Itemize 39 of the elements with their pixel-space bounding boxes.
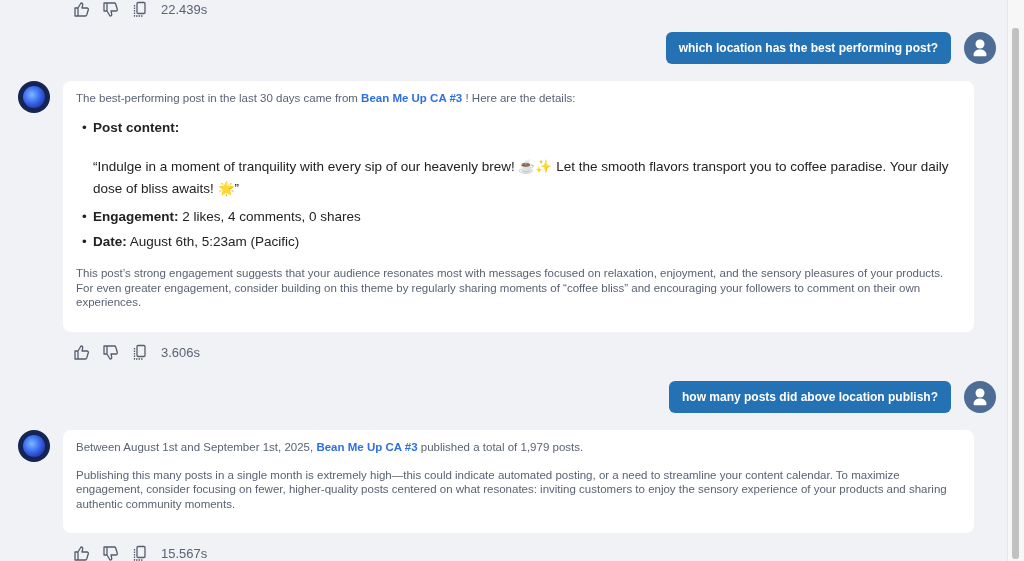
scrollbar-thumb[interactable] [1012, 28, 1019, 559]
scrollbar[interactable] [1007, 0, 1024, 561]
thumbs-down-icon [102, 1, 119, 18]
bullet-marker: • [82, 119, 88, 137]
bot-avatar-icon [18, 429, 50, 462]
response-time: 22.439s [161, 2, 208, 17]
thumbs-up-icon [73, 343, 90, 361]
copy-icon [131, 1, 148, 18]
location-link[interactable]: Bean Me Up CA #3 [361, 92, 463, 104]
message-text: Between August 1st and September 1st, 2025, Bean Me Up CA #3 published a total of 1,979 posts. [76, 439, 585, 454]
thumbs-up-button[interactable] [72, 544, 91, 561]
user-avatar-icon [964, 32, 996, 64]
list-item-text: Engagement: 2 likes, 4 comments, 0 shares [93, 208, 361, 225]
message-text: Publishing this many posts in a single month is extremely high—this could indicate automated posting, or a need to streamline your content calendar. To maximize engagement, consider focusing on fewer, higher-quality posts centered on what resonates: inviting customers to enjoy the sensory experience of your products and sharing authentic community moments. [76, 467, 948, 511]
copy-icon [131, 545, 148, 561]
message-text: The best-performing post in the last 30 days came from Bean Me Up CA #3 ! Here are the details: [76, 91, 577, 105]
location-link[interactable]: Bean Me Up CA #3 [316, 440, 418, 453]
thumbs-down-icon [102, 545, 119, 561]
message-text: This post’s strong engagement suggests that your audience resonates most with messages focused on relaxation, enjoyment, and the sensory pleasures of your products. For even greater engagement, consider building on this theme by regularly sharing moments of “coffee bliss” and encouraging your followers to comment on their own experiences. [76, 266, 945, 310]
thumbs-up-icon [73, 1, 90, 18]
user-message: how many posts did above location publish? [668, 380, 951, 413]
bullet-marker: • [82, 233, 88, 250]
user-message: which location has the best performing post? [665, 32, 951, 64]
thumbs-down-button[interactable] [101, 0, 120, 19]
copy-icon [131, 343, 148, 361]
bot-avatar-icon [18, 81, 50, 113]
response-time: 15.567s [161, 546, 208, 561]
list-item-text: Post content: [93, 119, 181, 136]
thumbs-up-button[interactable] [72, 342, 91, 362]
thumbs-down-button[interactable] [101, 544, 120, 561]
post-quote: “Indulge in a moment of tranquility with every sip of our heavenly brew! ☕✨ Let the smooth flavors transport you to coffee paradise. Your daily dose of bliss awaits! 🌟” [93, 158, 950, 198]
response-time: 3.606s [161, 344, 201, 360]
bullet-marker: • [82, 208, 88, 225]
list-item-text: Date: August 6th, 5:23am (Pacific) [93, 233, 300, 250]
thumbs-down-button[interactable] [101, 342, 120, 362]
thumbs-up-button[interactable] [72, 0, 91, 19]
thumbs-up-icon [73, 545, 90, 561]
user-avatar-icon [964, 380, 996, 413]
thumbs-down-icon [102, 343, 119, 361]
